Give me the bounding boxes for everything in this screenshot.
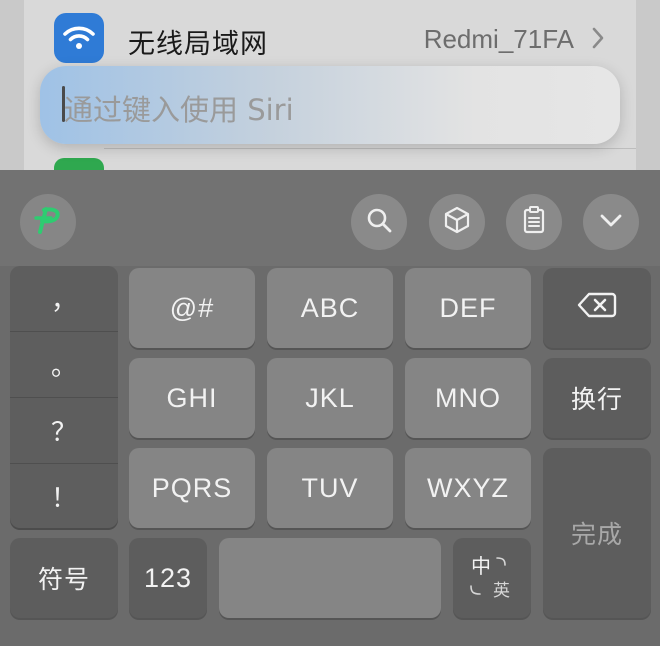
- p-logo-icon: [31, 203, 65, 242]
- key-wxyz[interactable]: WXYZ: [405, 448, 531, 528]
- language-switch-key[interactable]: 中 英: [453, 538, 531, 618]
- keyboard-logo-button[interactable]: [20, 194, 76, 250]
- punct-period[interactable]: 。: [10, 332, 118, 397]
- search-icon: [365, 206, 393, 239]
- key-def[interactable]: DEF: [405, 268, 531, 348]
- chevron-right-icon: [588, 24, 608, 52]
- key-symbols[interactable]: @#: [129, 268, 255, 348]
- cube-button[interactable]: [429, 194, 485, 250]
- punct-comma[interactable]: ，: [10, 266, 118, 331]
- key-tuv[interactable]: TUV: [267, 448, 393, 528]
- key-jkl[interactable]: JKL: [267, 358, 393, 438]
- siri-text-input[interactable]: 通过键入使用 Siri: [40, 66, 620, 144]
- backspace-icon: [577, 291, 617, 326]
- switch-arrows-icon: [453, 538, 531, 618]
- chevron-down-icon: [597, 210, 625, 235]
- search-button[interactable]: [351, 194, 407, 250]
- clipboard-button[interactable]: [506, 194, 562, 250]
- keyboard: ， 。 ？ ！ 符号 @# ABC DEF GHI JKL MNO PQRS T…: [0, 170, 660, 646]
- space-key[interactable]: [219, 538, 441, 618]
- symbol-key[interactable]: 符号: [10, 538, 118, 618]
- delete-key[interactable]: [543, 268, 651, 348]
- cube-icon: [442, 205, 472, 240]
- wifi-icon: [54, 13, 104, 63]
- collapse-keyboard-button[interactable]: [583, 194, 639, 250]
- done-key[interactable]: 完成: [543, 448, 651, 618]
- numbers-key[interactable]: 123: [129, 538, 207, 618]
- key-pqrs[interactable]: PQRS: [129, 448, 255, 528]
- punct-question[interactable]: ？: [10, 398, 118, 463]
- key-ghi[interactable]: GHI: [129, 358, 255, 438]
- key-abc[interactable]: ABC: [267, 268, 393, 348]
- wifi-network-name: Redmi_71FA: [423, 24, 574, 54]
- siri-placeholder: 通过键入使用 Siri: [64, 93, 294, 127]
- punct-exclamation[interactable]: ！: [10, 464, 118, 528]
- wifi-settings-row[interactable]: 无线局域网 Redmi_71FA: [24, 0, 636, 74]
- wifi-label: 无线局域网: [128, 29, 268, 60]
- clipboard-icon: [520, 205, 548, 240]
- newline-key[interactable]: 换行: [543, 358, 651, 438]
- row-divider: [104, 148, 636, 149]
- key-mno[interactable]: MNO: [405, 358, 531, 438]
- punctuation-list[interactable]: ， 。 ？ ！: [10, 266, 118, 528]
